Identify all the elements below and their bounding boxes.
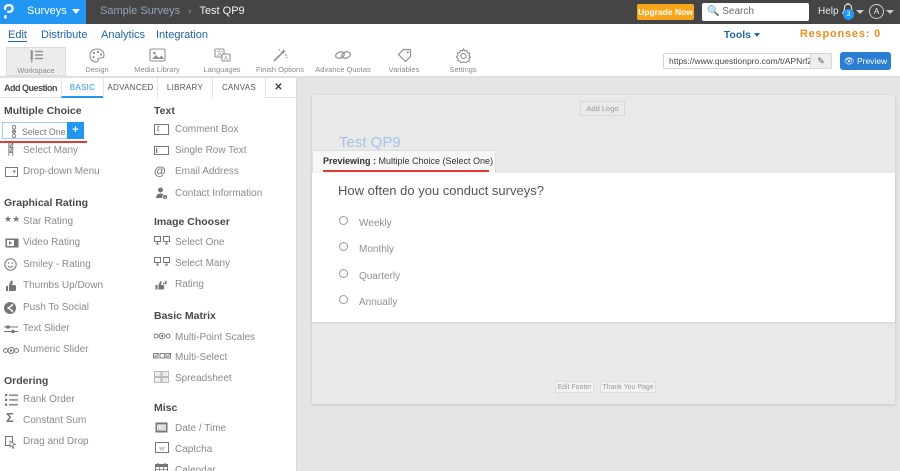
svg-text:123: 123	[157, 426, 166, 432]
svg-text:vy: vy	[159, 446, 166, 452]
svg-text:A: A	[223, 56, 227, 62]
